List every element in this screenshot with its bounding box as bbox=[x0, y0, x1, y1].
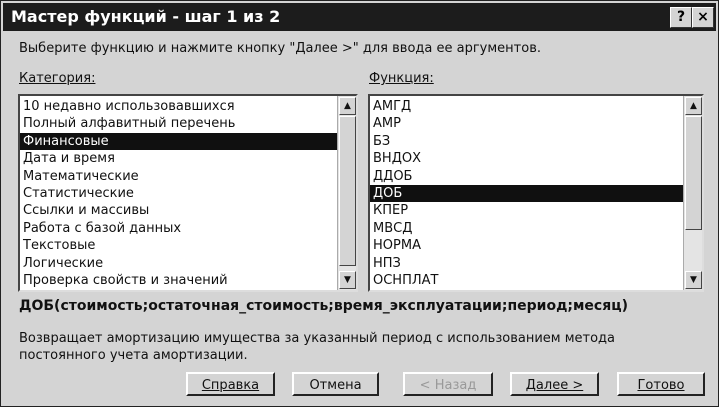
close-icon[interactable]: × bbox=[692, 7, 714, 28]
function-list-item[interactable]: НПЗ bbox=[370, 255, 684, 272]
category-list-item[interactable]: Статистические bbox=[20, 185, 338, 202]
scroll-thumb[interactable] bbox=[685, 116, 702, 230]
function-list-item[interactable]: АМГД bbox=[370, 98, 684, 115]
category-list-item[interactable]: Математические bbox=[20, 168, 338, 185]
category-label: Категория: bbox=[19, 71, 95, 86]
function-description: Возвращает амортизацию имущества за указ… bbox=[19, 331, 615, 363]
function-list-item[interactable]: АМР bbox=[370, 115, 684, 132]
function-list-item[interactable]: КПЕР bbox=[370, 202, 684, 219]
next-button-label: Далее > bbox=[525, 378, 584, 393]
scroll-down-icon[interactable]: ▼ bbox=[339, 271, 356, 289]
category-scrollbar[interactable]: ▲ ▼ bbox=[337, 96, 356, 290]
function-list-item[interactable]: БЗ bbox=[370, 133, 684, 150]
function-list-item[interactable]: МВСД bbox=[370, 220, 684, 237]
function-list-item[interactable]: ВНДОХ bbox=[370, 150, 684, 167]
scroll-down-icon[interactable]: ▼ bbox=[685, 271, 702, 289]
category-items: 10 недавно использовавшихся Полный алфави… bbox=[20, 98, 338, 289]
function-list-item[interactable]: НОРМА bbox=[370, 237, 684, 254]
instruction-text: Выберите функцию и нажмите кнопку "Далее… bbox=[19, 41, 541, 56]
function-listbox[interactable]: АМГД АМР БЗ ВНДОХ ДДОБ ДОБ КПЕР МВСД НОРМА НПЗ ОСН… bbox=[368, 94, 704, 292]
finish-button[interactable]: Готово bbox=[617, 372, 705, 396]
help-button-label: Справка bbox=[201, 378, 260, 393]
scroll-up-icon[interactable]: ▲ bbox=[339, 97, 356, 115]
category-list-item[interactable]: Проверка свойств и значений bbox=[20, 272, 338, 289]
title-bar: Мастер функций - шаг 1 из 2 ? × bbox=[3, 3, 716, 31]
scroll-thumb[interactable] bbox=[339, 116, 356, 266]
back-button[interactable]: < Назад bbox=[403, 372, 493, 396]
help-icon[interactable]: ? bbox=[670, 7, 692, 28]
function-list-item[interactable]: ДДОБ bbox=[370, 168, 684, 185]
category-list-item[interactable]: Ссылки и массивы bbox=[20, 202, 338, 219]
category-list-item[interactable]: Полный алфавитный перечень bbox=[20, 115, 338, 132]
function-signature: ДОБ(стоимость;остаточная_стоимость;время… bbox=[19, 298, 628, 314]
function-list-item[interactable]: ОСНПЛАТ bbox=[370, 272, 684, 289]
function-list-item[interactable]: ДОБ bbox=[370, 184, 684, 203]
function-items: АМГД АМР БЗ ВНДОХ ДДОБ ДОБ КПЕР МВСД НОРМА НПЗ ОСН… bbox=[370, 98, 684, 289]
help-button[interactable]: Справка bbox=[186, 372, 275, 396]
category-listbox[interactable]: 10 недавно использовавшихся Полный алфави… bbox=[18, 94, 358, 292]
back-button-label: < Назад bbox=[419, 378, 477, 393]
function-wizard-dialog: Мастер функций - шаг 1 из 2 ? × Выберите… bbox=[0, 0, 719, 407]
category-list-item[interactable]: Работа с базой данных bbox=[20, 220, 338, 237]
next-button[interactable]: Далее > bbox=[510, 372, 599, 396]
category-list-item[interactable]: Текстовые bbox=[20, 237, 338, 254]
function-label: Функция: bbox=[369, 71, 434, 86]
category-list-item[interactable]: Дата и время bbox=[20, 150, 338, 167]
scroll-up-icon[interactable]: ▲ bbox=[685, 97, 702, 115]
cancel-button[interactable]: Отмена bbox=[292, 372, 379, 396]
function-label-text: Функция: bbox=[369, 71, 434, 86]
function-scrollbar[interactable]: ▲ ▼ bbox=[683, 96, 702, 290]
category-list-item[interactable]: 10 недавно использовавшихся bbox=[20, 98, 338, 115]
category-list-item[interactable]: Финансовые bbox=[20, 132, 338, 151]
category-label-text: Категория: bbox=[19, 71, 96, 86]
finish-button-label: Готово bbox=[637, 378, 685, 393]
cancel-button-label: Отмена bbox=[309, 378, 362, 393]
category-list-item[interactable]: Логические bbox=[20, 255, 338, 272]
window-title: Мастер функций - шаг 1 из 2 bbox=[11, 7, 281, 26]
